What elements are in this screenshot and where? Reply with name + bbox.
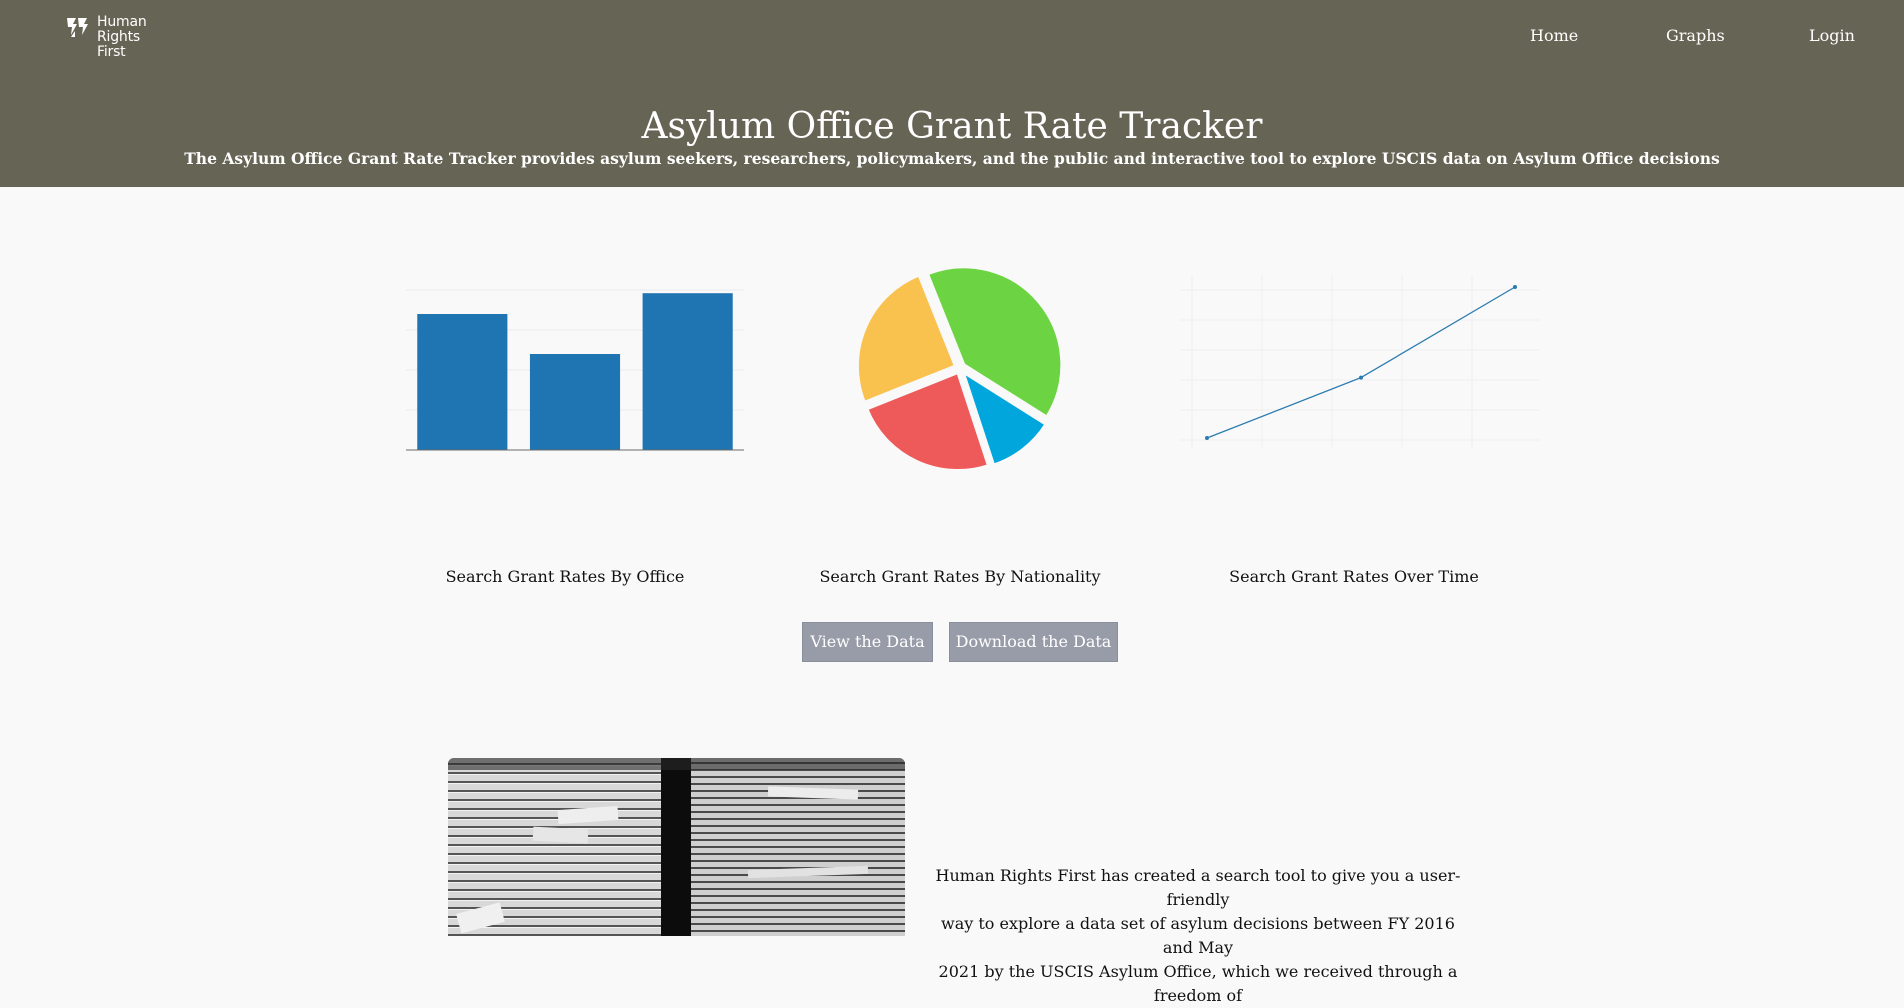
line-point-0 (1205, 436, 1209, 440)
bar-2 (642, 293, 733, 450)
site-header: Human Rights First Home Graphs Login Asy… (0, 0, 1904, 187)
logo-text: Human Rights First (97, 14, 147, 60)
nav-graphs-link[interactable]: Graphs (1666, 26, 1725, 45)
paper-stacks-photo (448, 758, 905, 936)
view-data-button[interactable]: View the Data (802, 622, 933, 662)
bar-chart-thumbnail[interactable] (400, 268, 750, 468)
line-series (1206, 286, 1516, 439)
pie-chart-thumbnail[interactable] (845, 258, 1075, 478)
line-point-2 (1513, 285, 1517, 289)
nav-home-link[interactable]: Home (1530, 26, 1578, 45)
intro-paragraph: Human Rights First has created a search … (935, 866, 1461, 1005)
page-title: Asylum Office Grant Rate Tracker (641, 106, 1263, 147)
download-data-button[interactable]: Download the Data (949, 622, 1118, 662)
over-time-card-label[interactable]: Search Grant Rates Over Time (1154, 567, 1554, 587)
nav-login-link[interactable]: Login (1809, 26, 1855, 45)
office-card-label[interactable]: Search Grant Rates By Office (365, 567, 765, 587)
main-nav: Home Graphs Login (1500, 26, 1860, 48)
line-point-1 (1359, 375, 1363, 380)
line-chart-thumbnail[interactable] (1180, 270, 1540, 455)
human-rights-first-logo[interactable]: Human Rights First (65, 15, 155, 61)
nationality-card-label[interactable]: Search Grant Rates By Nationality (760, 567, 1160, 587)
bar-1 (529, 354, 621, 450)
page-subtitle: The Asylum Office Grant Rate Tracker pro… (184, 149, 1720, 168)
hrf-logo-icon (67, 18, 88, 37)
bar-0 (417, 314, 508, 450)
